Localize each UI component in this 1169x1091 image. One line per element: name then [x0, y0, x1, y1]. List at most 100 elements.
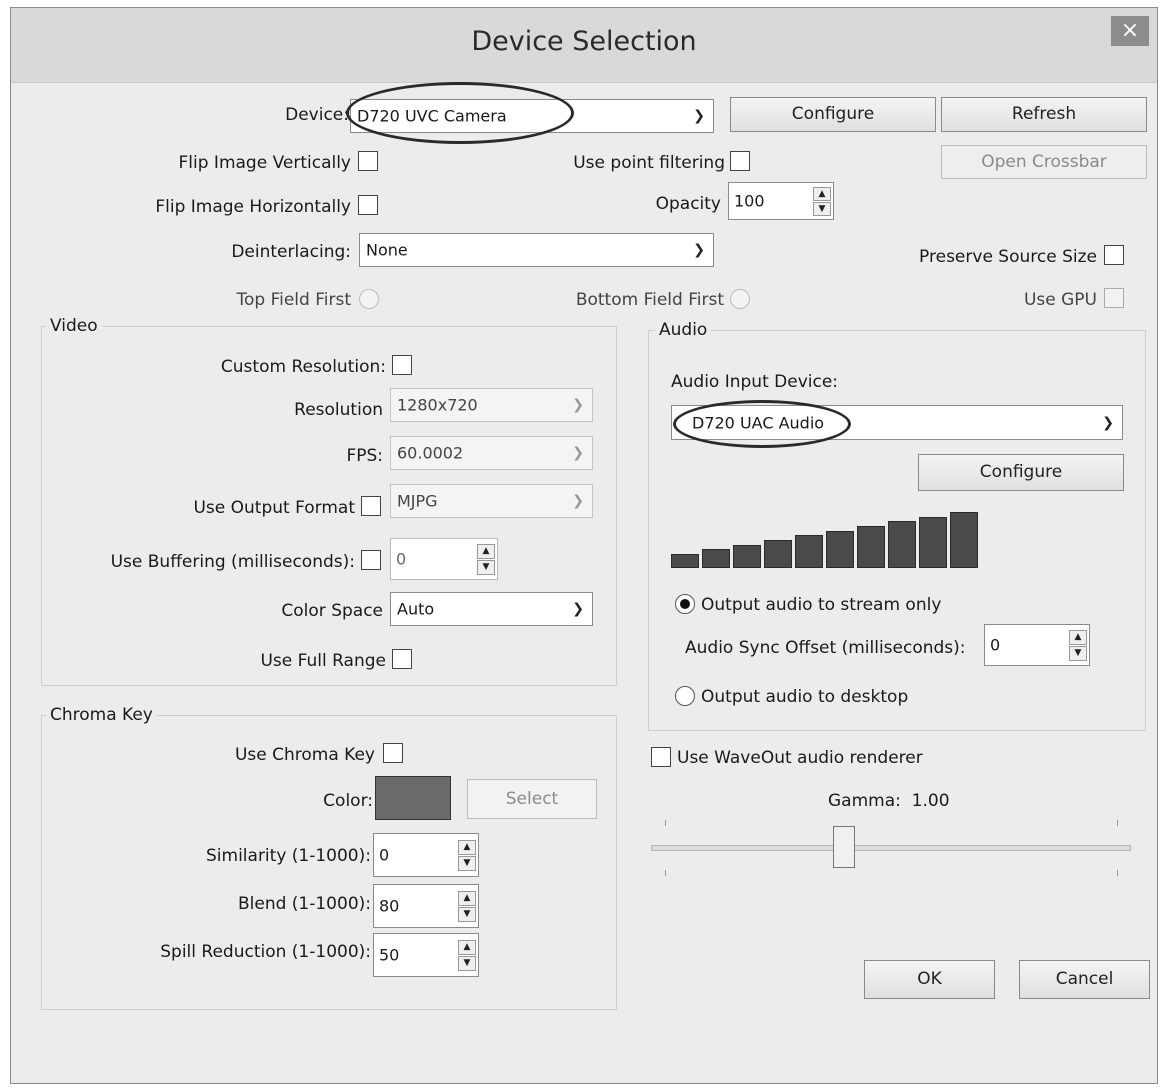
slider-tick [665, 820, 666, 826]
chroma-select-button[interactable]: Select [467, 779, 597, 819]
spin-down-icon[interactable]: ▼ [458, 907, 476, 922]
flip-vertical-label: Flip Image Vertically [178, 153, 351, 173]
chevron-down-icon: ❯ [572, 601, 584, 617]
fps-value: 60.0002 [397, 443, 464, 463]
preserve-source-size-label: Preserve Source Size [919, 247, 1097, 267]
buffering-value: 0 [396, 549, 407, 569]
close-icon: × [1120, 18, 1140, 43]
audio-level-bar [764, 540, 792, 568]
fps-label: FPS: [346, 446, 383, 466]
use-gpu-label: Use GPU [1023, 290, 1097, 310]
custom-resolution-checkbox[interactable] [392, 355, 412, 375]
dialog-title: Device Selection [471, 26, 697, 57]
flip-horizontal-checkbox[interactable] [358, 195, 378, 215]
chevron-down-icon: ❯ [693, 108, 705, 124]
sync-offset-spinner[interactable]: 0 ▲ ▼ [984, 624, 1090, 666]
blend-value: 80 [379, 896, 400, 916]
use-chroma-key-checkbox[interactable] [383, 743, 403, 763]
opacity-value: 100 [734, 191, 765, 211]
resolution-dropdown[interactable]: 1280x720 ❯ [390, 388, 593, 422]
spin-up-icon[interactable]: ▲ [1069, 630, 1087, 645]
audio-level-meter [671, 506, 991, 568]
color-space-label: Color Space [281, 601, 383, 621]
desktop-label: Output audio to desktop [701, 687, 909, 707]
chroma-color-swatch[interactable] [375, 776, 451, 820]
refresh-button[interactable]: Refresh [941, 97, 1147, 132]
bottom-field-first-radio[interactable] [730, 289, 750, 309]
video-group-title: Video [46, 316, 102, 336]
gamma-label: Gamma: 1.00 [828, 791, 950, 811]
bottom-field-first-label: Bottom Field First [575, 290, 724, 310]
audio-input-label: Audio Input Device: [671, 372, 839, 392]
spin-up-icon[interactable]: ▲ [477, 544, 495, 559]
blend-label: Blend (1-1000): [237, 894, 371, 914]
buffering-checkbox[interactable] [361, 550, 381, 570]
desktop-radio[interactable] [675, 686, 695, 706]
spin-up-icon[interactable]: ▲ [458, 840, 476, 855]
audio-level-bar [826, 530, 854, 568]
spin-down-icon[interactable]: ▼ [458, 856, 476, 871]
device-label: Device: [285, 105, 349, 125]
color-space-value: Auto [397, 599, 435, 619]
deinterlacing-dropdown[interactable]: None ❯ [359, 233, 714, 267]
chevron-down-icon: ❯ [1102, 414, 1114, 431]
use-chroma-key-label: Use Chroma Key [234, 745, 375, 765]
fps-dropdown[interactable]: 60.0002 ❯ [390, 436, 593, 470]
close-button[interactable]: × [1111, 16, 1149, 46]
stream-only-label: Output audio to stream only [701, 595, 942, 615]
open-crossbar-button[interactable]: Open Crossbar [941, 145, 1147, 179]
cancel-button[interactable]: Cancel [1019, 960, 1150, 999]
gamma-value: 1.00 [911, 791, 950, 811]
spin-up-icon[interactable]: ▲ [458, 891, 476, 906]
flip-horizontal-label: Flip Image Horizontally [155, 197, 351, 217]
device-selection-dialog: Device Selection × Device: D720 UVC Came… [10, 7, 1158, 1084]
flip-vertical-checkbox[interactable] [358, 151, 378, 171]
audio-level-bar [919, 516, 947, 568]
opacity-label: Opacity [655, 194, 721, 214]
audio-level-bar [795, 535, 823, 568]
slider-thumb[interactable] [833, 826, 855, 868]
spin-down-icon[interactable]: ▼ [813, 202, 831, 216]
ok-button[interactable]: OK [864, 960, 995, 999]
chevron-down-icon: ❯ [572, 493, 584, 509]
output-format-dropdown[interactable]: MJPG ❯ [390, 484, 593, 518]
spin-up-icon[interactable]: ▲ [458, 940, 476, 955]
chroma-key-group-title: Chroma Key [46, 705, 157, 725]
stream-only-radio[interactable] [675, 594, 695, 614]
buffering-spinner[interactable]: 0 ▲ ▼ [390, 538, 498, 580]
color-space-dropdown[interactable]: Auto ❯ [390, 592, 593, 626]
audio-level-bar [671, 554, 699, 568]
waveout-checkbox[interactable] [651, 747, 671, 767]
spin-up-icon[interactable]: ▲ [813, 187, 831, 201]
full-range-checkbox[interactable] [392, 649, 412, 669]
output-format-checkbox[interactable] [361, 496, 381, 516]
similarity-spinner[interactable]: 0 ▲ ▼ [373, 833, 479, 877]
point-filtering-label: Use point filtering [573, 153, 725, 173]
preserve-source-size-checkbox[interactable] [1104, 245, 1124, 265]
title-bar: Device Selection × [11, 8, 1157, 83]
spin-down-icon[interactable]: ▼ [458, 956, 476, 971]
spill-reduction-value: 50 [379, 945, 400, 965]
point-filtering-checkbox[interactable] [730, 151, 750, 171]
waveout-label: Use WaveOut audio renderer [677, 748, 923, 768]
spin-down-icon[interactable]: ▼ [1069, 646, 1087, 661]
top-field-first-radio[interactable] [359, 289, 379, 309]
deinterlacing-value: None [366, 240, 408, 260]
use-gpu-checkbox[interactable] [1104, 288, 1124, 308]
blend-spinner[interactable]: 80 ▲ ▼ [373, 884, 479, 928]
spill-reduction-label: Spill Reduction (1-1000): [160, 942, 371, 962]
custom-resolution-label: Custom Resolution: [220, 357, 386, 377]
highlight-ellipse-device [346, 82, 574, 144]
gamma-slider[interactable] [651, 820, 1131, 880]
spin-down-icon[interactable]: ▼ [477, 560, 495, 575]
similarity-label: Similarity (1-1000): [206, 846, 371, 866]
opacity-spinner[interactable]: 100 ▲ ▼ [728, 182, 834, 220]
slider-tick [1117, 870, 1118, 876]
buffering-label: Use Buffering (milliseconds): [110, 552, 355, 572]
device-configure-button[interactable]: Configure [730, 97, 936, 132]
slider-track [651, 845, 1131, 851]
spill-reduction-spinner[interactable]: 50 ▲ ▼ [373, 933, 479, 977]
sync-offset-label: Audio Sync Offset (milliseconds): [685, 638, 966, 658]
color-label: Color: [323, 791, 373, 811]
audio-configure-button[interactable]: Configure [918, 454, 1124, 491]
